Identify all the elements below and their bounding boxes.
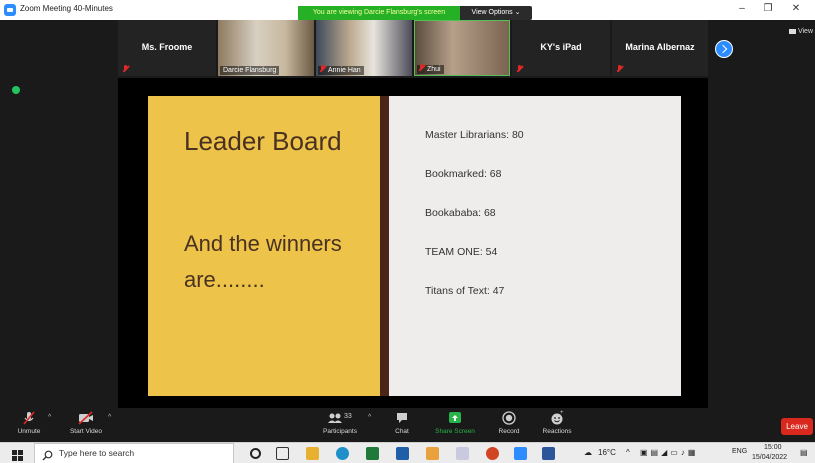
clock-date[interactable]: 15/04/2022 bbox=[752, 454, 787, 461]
tray-expand-chevron-icon[interactable]: ^ bbox=[626, 448, 630, 457]
participant-tile[interactable]: Marina Albernaz bbox=[612, 20, 708, 76]
reactions-label: Reactions bbox=[542, 428, 572, 435]
participants-button[interactable]: 33 Participants bbox=[318, 410, 362, 435]
powerpoint-icon[interactable] bbox=[486, 447, 499, 460]
slide-subheading: And the winners are........ bbox=[184, 231, 342, 292]
record-icon bbox=[494, 410, 524, 426]
share-screen-button[interactable]: Share Screen bbox=[432, 410, 478, 435]
taskbar-search-box[interactable] bbox=[34, 443, 234, 463]
score-item: Titans of Text: 47 bbox=[425, 285, 505, 297]
zoom-taskbar-icon[interactable] bbox=[514, 447, 527, 460]
participant-name: KY's iPad bbox=[540, 42, 582, 52]
participant-video-tile[interactable]: Darcie Flansburg bbox=[218, 20, 314, 76]
view-options-button[interactable]: View Options ⌄ bbox=[460, 6, 532, 20]
close-button[interactable]: ✕ bbox=[786, 3, 806, 14]
slide-left-panel: Leader Board And the winners are........ bbox=[148, 96, 380, 396]
video-off-icon bbox=[66, 410, 106, 426]
windows-start-icon[interactable] bbox=[12, 448, 23, 461]
leave-button[interactable]: Leave bbox=[781, 418, 813, 435]
meeting-area: Ms. Froome Darcie Flansburg Annie Han Zh… bbox=[0, 20, 815, 412]
view-layout-button[interactable]: View bbox=[789, 28, 813, 35]
svg-text:+: + bbox=[560, 410, 564, 416]
window-title: Zoom Meeting 40-Minutes bbox=[20, 4, 113, 13]
clock-time[interactable]: 15:00 bbox=[764, 444, 782, 451]
temperature-text: 16°C bbox=[598, 448, 616, 457]
zoom-app-icon bbox=[4, 4, 16, 16]
video-options-chevron-icon[interactable]: ^ bbox=[108, 414, 111, 421]
audio-options-chevron-icon[interactable]: ^ bbox=[48, 414, 51, 421]
score-item: Bookmarked: 68 bbox=[425, 168, 502, 180]
participant-name-tag: Darcie Flansburg bbox=[220, 66, 280, 75]
participant-name: Marina Albernaz bbox=[625, 42, 695, 52]
title-bar: Zoom Meeting 40-Minutes You are viewing … bbox=[0, 0, 815, 20]
search-icon bbox=[42, 448, 53, 463]
score-item: Master Librarians: 80 bbox=[425, 129, 524, 141]
participants-label: Participants bbox=[323, 428, 357, 435]
shared-screen: Leader Board And the winners are........… bbox=[118, 78, 708, 412]
participant-name: Ms. Froome bbox=[141, 42, 193, 52]
viewing-screen-banner: You are viewing Darcie Flansburg's scree… bbox=[298, 6, 460, 20]
restore-button[interactable]: ❐ bbox=[758, 3, 778, 14]
reactions-button[interactable]: + Reactions bbox=[538, 410, 576, 435]
slide-right-panel: Master Librarians: 80 Bookmarked: 68 Boo… bbox=[389, 96, 681, 396]
share-screen-icon bbox=[432, 410, 478, 426]
app-icon[interactable] bbox=[366, 447, 379, 460]
participant-video-tile[interactable]: Annie Han bbox=[316, 20, 412, 76]
mic-muted-icon bbox=[418, 64, 425, 72]
meeting-toolbar: Unmute ^ Start Video ^ 33 Participants ^… bbox=[0, 408, 815, 442]
participant-video-tile[interactable]: Zhui bbox=[414, 20, 510, 76]
gallery-strip: Ms. Froome Darcie Flansburg Annie Han Zh… bbox=[118, 20, 708, 76]
chat-button[interactable]: Chat bbox=[390, 410, 414, 435]
windows-taskbar: ☁ 16°C ^ ▣▤◢▭♪▦ ENG 15:00 15/04/2022 ▤ bbox=[0, 442, 815, 463]
mic-muted-icon bbox=[516, 65, 523, 73]
mic-muted-icon bbox=[122, 65, 129, 73]
slide-heading: Leader Board bbox=[184, 126, 342, 156]
minimize-button[interactable]: – bbox=[732, 3, 752, 14]
slide-divider bbox=[380, 96, 389, 396]
start-video-label: Start Video bbox=[69, 428, 103, 435]
language-indicator[interactable]: ENG bbox=[732, 448, 747, 455]
participants-chevron-icon[interactable]: ^ bbox=[368, 414, 371, 421]
participants-count: 33 bbox=[344, 413, 352, 420]
mic-muted-icon bbox=[319, 65, 326, 73]
chat-bubble-icon bbox=[390, 410, 414, 426]
app-icon[interactable] bbox=[426, 447, 439, 460]
participant-tile[interactable]: KY's iPad bbox=[512, 20, 610, 76]
share-screen-label: Share Screen bbox=[435, 428, 475, 435]
unmute-button[interactable]: Unmute bbox=[14, 410, 44, 435]
mic-muted-icon bbox=[616, 65, 623, 73]
score-item: Bookababa: 68 bbox=[425, 207, 496, 219]
chat-label: Chat bbox=[395, 428, 409, 435]
word-icon[interactable] bbox=[542, 447, 555, 460]
score-item: TEAM ONE: 54 bbox=[425, 246, 498, 258]
mic-muted-icon bbox=[14, 410, 44, 426]
record-label: Record bbox=[498, 428, 520, 435]
task-view-icon[interactable] bbox=[276, 447, 289, 460]
paint-icon[interactable] bbox=[456, 447, 469, 460]
notifications-icon[interactable]: ▤ bbox=[800, 448, 808, 457]
start-video-button[interactable]: Start Video bbox=[66, 410, 106, 435]
cortana-icon[interactable] bbox=[250, 448, 261, 459]
participant-tile[interactable]: Ms. Froome bbox=[118, 20, 216, 76]
next-page-arrow-icon[interactable] bbox=[715, 40, 733, 58]
weather-icon[interactable]: ☁ bbox=[584, 448, 592, 457]
reactions-smiley-icon: + bbox=[538, 410, 576, 426]
unmute-label: Unmute bbox=[17, 428, 41, 435]
security-shield-icon[interactable] bbox=[12, 86, 20, 94]
system-tray-icons[interactable]: ▣▤◢▭♪▦ bbox=[640, 448, 698, 457]
photos-icon[interactable] bbox=[396, 447, 409, 460]
file-explorer-icon[interactable] bbox=[306, 447, 319, 460]
search-input[interactable] bbox=[59, 448, 229, 458]
record-button[interactable]: Record bbox=[494, 410, 524, 435]
edge-browser-icon[interactable] bbox=[336, 447, 349, 460]
participants-icon: 33 bbox=[318, 410, 362, 426]
